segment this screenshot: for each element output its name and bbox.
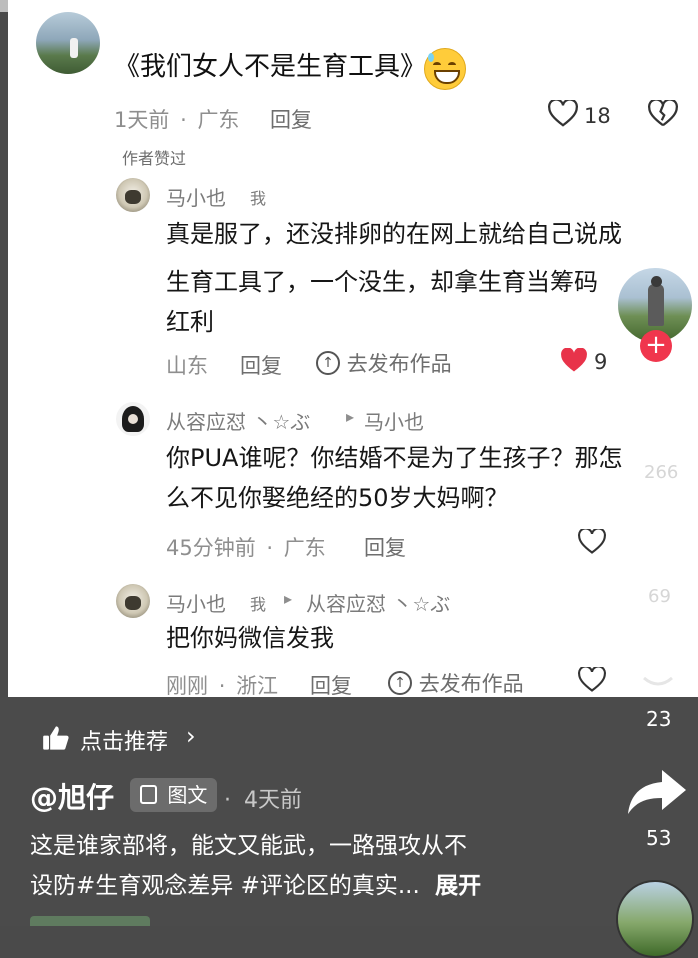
reply-to-arrow-icon: ▸ <box>284 589 293 608</box>
reply-to-arrow-icon: ▸ <box>346 407 355 426</box>
reply-text: 你PUA谁呢？你结婚不是为了生孩子？那怎 么不见你娶绝经的50岁大妈啊？ <box>166 444 623 512</box>
like-button[interactable] <box>548 98 578 132</box>
publish-work-button[interactable]: ↑ 去发布作品 <box>388 668 524 697</box>
reply-username[interactable]: 马小也 <box>166 182 226 211</box>
author-liked-label: 作者赞过 <box>122 149 187 168</box>
reply-to-username[interactable]: 马小也 <box>364 406 424 435</box>
post-type-badge: 图文 <box>130 778 218 812</box>
bottom-left-tab-hint <box>30 916 150 926</box>
reply-time: 刚刚 <box>166 674 208 697</box>
recommend-button[interactable]: 点击推荐 › <box>30 716 210 760</box>
heart-filled-icon <box>561 347 587 372</box>
author-handle[interactable]: @旭仔 <box>30 776 114 816</box>
reply-meta: 刚刚 · 浙江 <box>166 674 279 697</box>
expand-button[interactable]: 展开 <box>435 873 481 899</box>
reply-username[interactable]: 马小也 <box>166 588 226 617</box>
reply-button[interactable]: 回复 <box>364 532 406 562</box>
broken-heart-icon <box>648 98 678 127</box>
arrow-up-circle-icon: ↑ <box>316 351 340 375</box>
comment-text: 《我们女人不是生育工具》 <box>114 52 427 82</box>
chevron-right-icon: › <box>186 722 196 750</box>
reply-like-count: 9 <box>594 350 608 374</box>
reply-location: 山东 <box>166 354 208 378</box>
reply-location: 浙江 <box>236 674 279 697</box>
share-button[interactable] <box>626 768 688 820</box>
ghost-side-count: 69 <box>648 586 671 607</box>
comment-location: 广东 <box>197 108 240 132</box>
me-tag: 我 <box>250 595 267 614</box>
comment-count-icon[interactable] <box>640 676 676 704</box>
image-text-icon <box>140 785 157 804</box>
reply-text: 把你妈微信发我 <box>166 624 334 652</box>
dislike-button[interactable] <box>648 98 678 132</box>
reply-button[interactable]: 回复 <box>240 350 282 380</box>
reply-username[interactable]: 从容应怼 丶☆ぶ <box>166 406 310 435</box>
liked-heart-button[interactable] <box>560 347 588 378</box>
reply-button[interactable]: 回复 <box>270 104 312 134</box>
thumbs-up-icon <box>43 726 69 750</box>
like-button[interactable] <box>578 527 606 559</box>
heart-icon <box>578 665 606 692</box>
reply-avatar[interactable] <box>116 402 150 436</box>
like-button[interactable] <box>578 665 606 697</box>
comment-panel: 《我们女人不是生育工具》 1天前 · 广东 回复 18 作者赞过 马小也 我 真… <box>8 0 698 697</box>
comment-time: 1天前 <box>114 108 170 132</box>
recommend-label: 点击推荐 <box>80 730 169 755</box>
reply-avatar[interactable] <box>116 584 150 618</box>
reply-text: 真是服了，还没排卵的在网上就给自己说成 生育工具了，一个没生，却拿生育当筹码 红… <box>166 220 622 336</box>
like-count: 18 <box>584 104 611 128</box>
share-arrow-icon <box>628 770 686 814</box>
heart-icon <box>548 98 578 127</box>
follow-plus-button[interactable]: + <box>640 330 672 362</box>
reply-location: 广东 <box>283 536 326 560</box>
comment-bubble-icon <box>643 676 673 686</box>
reply-to-username[interactable]: 从容应怼 丶☆ぶ <box>306 588 450 617</box>
reply-time: 45分钟前 <box>166 536 256 560</box>
publish-work-button[interactable]: ↑ 去发布作品 <box>316 348 452 378</box>
comment-count: 23 <box>646 707 672 731</box>
heart-icon <box>578 527 606 554</box>
reply-meta: 45分钟前 · 广东 <box>166 536 326 560</box>
music-disc-avatar[interactable] <box>616 880 694 958</box>
grin-emoji <box>424 48 466 90</box>
comment-meta: 1天前 · 广东 <box>114 108 240 132</box>
ghost-side-count: 266 <box>644 462 679 483</box>
reply-avatar[interactable] <box>116 178 150 212</box>
arrow-up-circle-icon: ↑ <box>388 671 412 695</box>
me-tag: 我 <box>250 189 267 208</box>
post-description: 这是谁家部将，能文又能武，一路强攻从不 设防#生育观念差异 #评论区的真实...… <box>30 833 482 899</box>
post-time: · 4天前 <box>224 788 302 813</box>
share-count: 53 <box>646 826 672 850</box>
reply-button[interactable]: 回复 <box>310 670 352 697</box>
commenter-avatar[interactable] <box>36 12 100 74</box>
